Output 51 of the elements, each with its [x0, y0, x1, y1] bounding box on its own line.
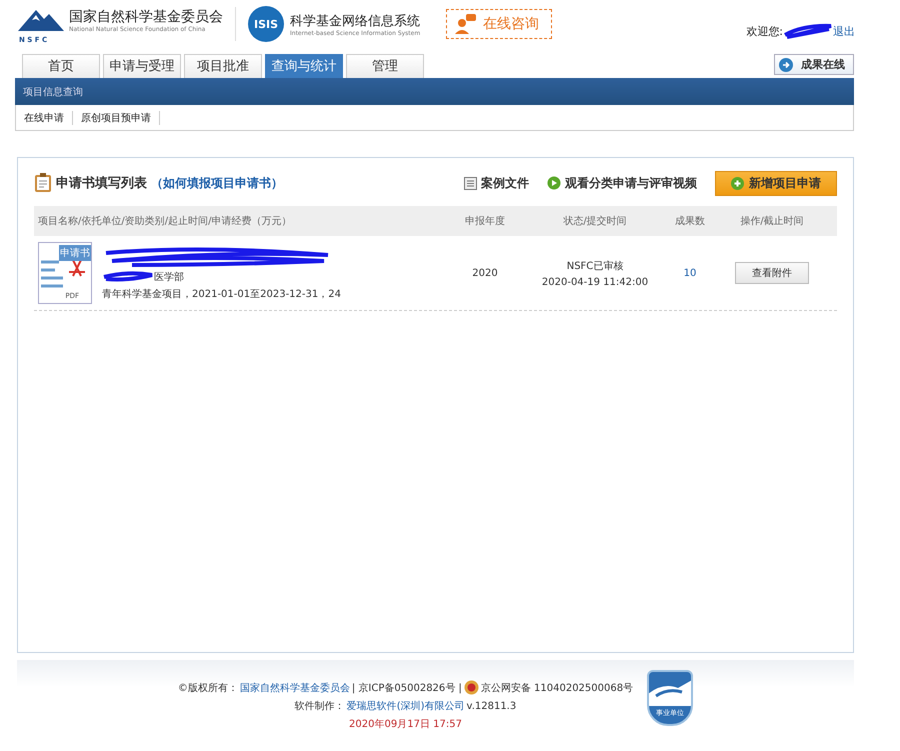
police-emblem-icon	[464, 680, 479, 695]
nav-tab[interactable]: 申请与受理	[103, 54, 181, 78]
column-header: 项目名称/依托单位/资助类别/起止时间/申请经费（万元）	[37, 214, 292, 228]
chat-person-icon	[455, 14, 478, 34]
results-count-link[interactable]: 10	[660, 268, 720, 278]
nav-tab[interactable]: 项目批准	[184, 54, 262, 78]
scribble-drawing	[102, 271, 154, 283]
org-name: 国家自然科学基金委员会	[69, 8, 223, 26]
play-icon	[547, 176, 561, 190]
section-title: 项目信息查询	[23, 86, 83, 98]
results-online-button[interactable]: 成果在线	[774, 54, 854, 75]
document-label: 申请书	[59, 245, 91, 261]
help-link[interactable]: （如何填报项目申请书）	[151, 174, 283, 192]
clipboard-icon	[34, 173, 52, 193]
panel-title: 申请书填写列表	[56, 175, 147, 192]
version-text: v.12811.3	[466, 700, 516, 712]
plus-icon	[731, 176, 744, 190]
system-logo: ISIS	[248, 6, 284, 42]
footer-date: 2020年09月17日 17:57	[349, 718, 462, 731]
project-detail: 青年科学基金项目，2021-01-01至2023-12-31，24	[102, 288, 341, 301]
subnav-link[interactable]: 在线申请	[24, 110, 73, 124]
video-link[interactable]: 观看分类申请与评审视频	[565, 174, 697, 192]
arrow-circle-icon	[779, 58, 793, 72]
column-header: 操作/截止时间	[739, 214, 805, 228]
scribble-drawing	[783, 23, 833, 39]
table-cell-text: 2020	[471, 268, 499, 278]
submit-time: 2020-04-19 11:42:00	[540, 276, 650, 288]
view-attachment-button[interactable]: 查看附件	[735, 262, 809, 284]
logout-link[interactable]: 退出	[833, 24, 855, 38]
police-record-text: 京公网安备 11040202500068号	[480, 682, 634, 694]
nav-tab[interactable]: 首页	[22, 54, 100, 78]
column-header: 成果数	[674, 214, 706, 228]
software-company-link[interactable]: 爱瑞思软件(深圳)有限公司	[346, 699, 465, 713]
unit-text: 医学部	[154, 270, 184, 284]
column-header: 状态/提交时间	[562, 214, 628, 228]
status-text: NSFC已审核	[566, 260, 624, 272]
case-files-link[interactable]: 案例文件	[481, 174, 529, 192]
pdf-symbol-icon	[69, 259, 85, 277]
document-icon	[464, 176, 477, 190]
copyright-org-link[interactable]: 国家自然科学基金委员会	[240, 680, 350, 694]
subnav-link[interactable]: 原创项目预申请	[81, 110, 160, 124]
icp-text: | 京ICP备05002826号 |	[352, 682, 462, 694]
system-name: 科学基金网络信息系统	[290, 12, 420, 30]
welcome-text: 欢迎您:	[746, 24, 783, 38]
new-application-button[interactable]: 新增项目申请	[715, 170, 837, 196]
copyright-label: ©版权所有：	[178, 682, 238, 694]
text-lines-icon	[41, 259, 65, 289]
nav-tab[interactable]: 管理	[346, 54, 424, 78]
nav-tab[interactable]: 查询与统计	[265, 54, 343, 78]
software-label: 软件制作：	[294, 700, 345, 713]
column-header: 申报年度	[464, 214, 506, 228]
